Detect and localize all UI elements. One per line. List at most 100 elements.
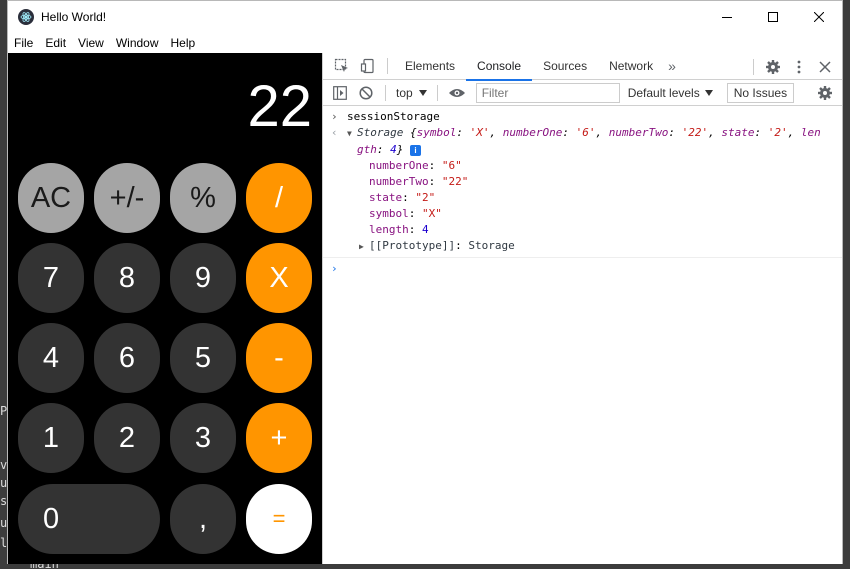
result-summary-wrap: gth: 4} i [323,142,842,158]
key-clear[interactable]: AC [18,163,84,233]
key-1[interactable]: 1 [18,403,84,473]
tab-console[interactable]: Console [466,53,533,81]
menu-view[interactable]: View [72,36,110,50]
dropdown-arrow-icon [418,89,427,96]
property-row: symbol: "X" [369,207,442,220]
key-0[interactable]: 0 [18,484,160,554]
context-selector[interactable]: top [392,86,431,100]
prototype-row[interactable]: ▶ [[Prototype]]: Storage [323,238,842,255]
console-command: sessionStorage [347,110,440,123]
key-divide[interactable]: / [246,163,312,233]
log-levels-label: Default levels [627,85,700,100]
summary-value: '6' [575,126,596,139]
menu-file[interactable]: File [8,36,39,50]
issues-button[interactable]: No Issues [726,82,795,103]
menu-window[interactable]: Window [110,36,165,50]
key-5[interactable]: 5 [170,323,236,393]
console-settings-button[interactable] [812,80,838,106]
summary-key: symbol [416,126,457,139]
device-toolbar-button[interactable] [355,53,381,79]
more-tabs-button[interactable]: » [664,53,680,80]
context-value: top [396,85,413,100]
close-icon [814,12,824,22]
log-levels-dropdown[interactable]: Default levels [628,86,713,100]
key-decimal[interactable]: , [170,484,236,554]
property-value: "22" [441,175,469,188]
maximize-icon [768,12,778,22]
close-button[interactable] [796,1,842,33]
key-6[interactable]: 6 [94,323,160,393]
console-prompt-line[interactable]: › [323,258,842,275]
toggle-sidebar-button[interactable] [327,80,353,106]
divider [436,84,438,101]
brace: } [396,143,404,156]
electron-icon [18,9,34,25]
expand-triangle-icon[interactable]: ▼ [347,126,357,142]
brace: { [403,126,417,139]
key-2[interactable]: 2 [94,403,160,473]
key-7[interactable]: 7 [18,243,84,313]
key-multiply[interactable]: X [246,243,312,313]
input-prompt-icon: › [331,262,338,275]
sidebar-icon [333,85,347,100]
key-negate[interactable]: +/- [94,163,160,233]
info-icon[interactable]: i [410,144,421,156]
close-devtools-button[interactable] [812,54,838,80]
summary-key: len [800,126,821,139]
property-key: symbol [369,207,409,220]
maximize-button[interactable] [750,1,796,33]
summary-key: numberTwo [608,126,669,139]
property-value: "2" [415,191,436,204]
tab-network[interactable]: Network [598,53,664,80]
tab-elements[interactable]: Elements [394,53,466,80]
menu-edit[interactable]: Edit [39,36,72,50]
key-3[interactable]: 3 [170,403,236,473]
gear-icon [766,59,780,74]
property-row: numberTwo: "22" [369,175,469,188]
device-icon [360,58,374,74]
close-icon [819,60,831,73]
tab-sources[interactable]: Sources [532,53,598,80]
settings-button[interactable] [760,54,786,80]
console-output[interactable]: › sessionStorage ‹ ▼ Storage {symbol: 'X'… [323,106,842,275]
collapse-triangle-icon[interactable]: ▶ [359,239,369,255]
summary-value: '2' [767,126,788,139]
clear-console-button[interactable] [353,80,379,106]
summary-value: '22' [681,126,709,139]
key-percent[interactable]: % [170,163,236,233]
window-title: Hello World! [41,10,107,24]
return-arrow-icon: ‹ [331,126,338,139]
property-value: 4 [422,223,429,236]
title-bar[interactable]: Hello World! [8,1,842,33]
dropdown-arrow-icon [704,89,713,96]
key-equals[interactable]: = [246,484,312,554]
console-result-entry: ‹ ▼ Storage {symbol: 'X', numberOne: '6',… [323,125,842,258]
more-options-button[interactable] [786,54,812,80]
key-4[interactable]: 4 [18,323,84,393]
property-key: state [369,191,403,204]
inspect-element-button[interactable] [329,53,355,79]
menu-help[interactable]: Help [165,36,202,50]
summary-key: gth [357,143,377,156]
minimize-icon [722,17,732,18]
object-type: Storage [357,126,404,139]
property-row: state: "2" [369,191,436,204]
result-summary[interactable]: ‹ ▼ Storage {symbol: 'X', numberOne: '6',… [323,125,842,142]
divider [753,58,754,75]
filter-input[interactable] [475,82,620,103]
property-value: "X" [422,207,442,220]
key-subtract[interactable]: - [246,323,312,393]
inspect-icon [334,58,348,72]
menu-bar: File Edit View Window Help [8,33,842,53]
key-8[interactable]: 8 [94,243,160,313]
calculator: 22 AC +/- % / 7 8 9 X 4 6 5 - 1 2 3 + 0 … [8,53,322,564]
console-toolbar: top Default levels No Issues [323,80,842,106]
prototype-value: Storage [468,239,515,252]
minimize-button[interactable] [704,1,750,33]
kebab-menu-icon [797,60,801,73]
key-9[interactable]: 9 [170,243,236,313]
summary-value: 'X' [469,126,490,139]
live-expression-button[interactable] [444,80,470,106]
key-add[interactable]: + [246,403,312,473]
prototype-key: [[Prototype]] [369,239,456,252]
